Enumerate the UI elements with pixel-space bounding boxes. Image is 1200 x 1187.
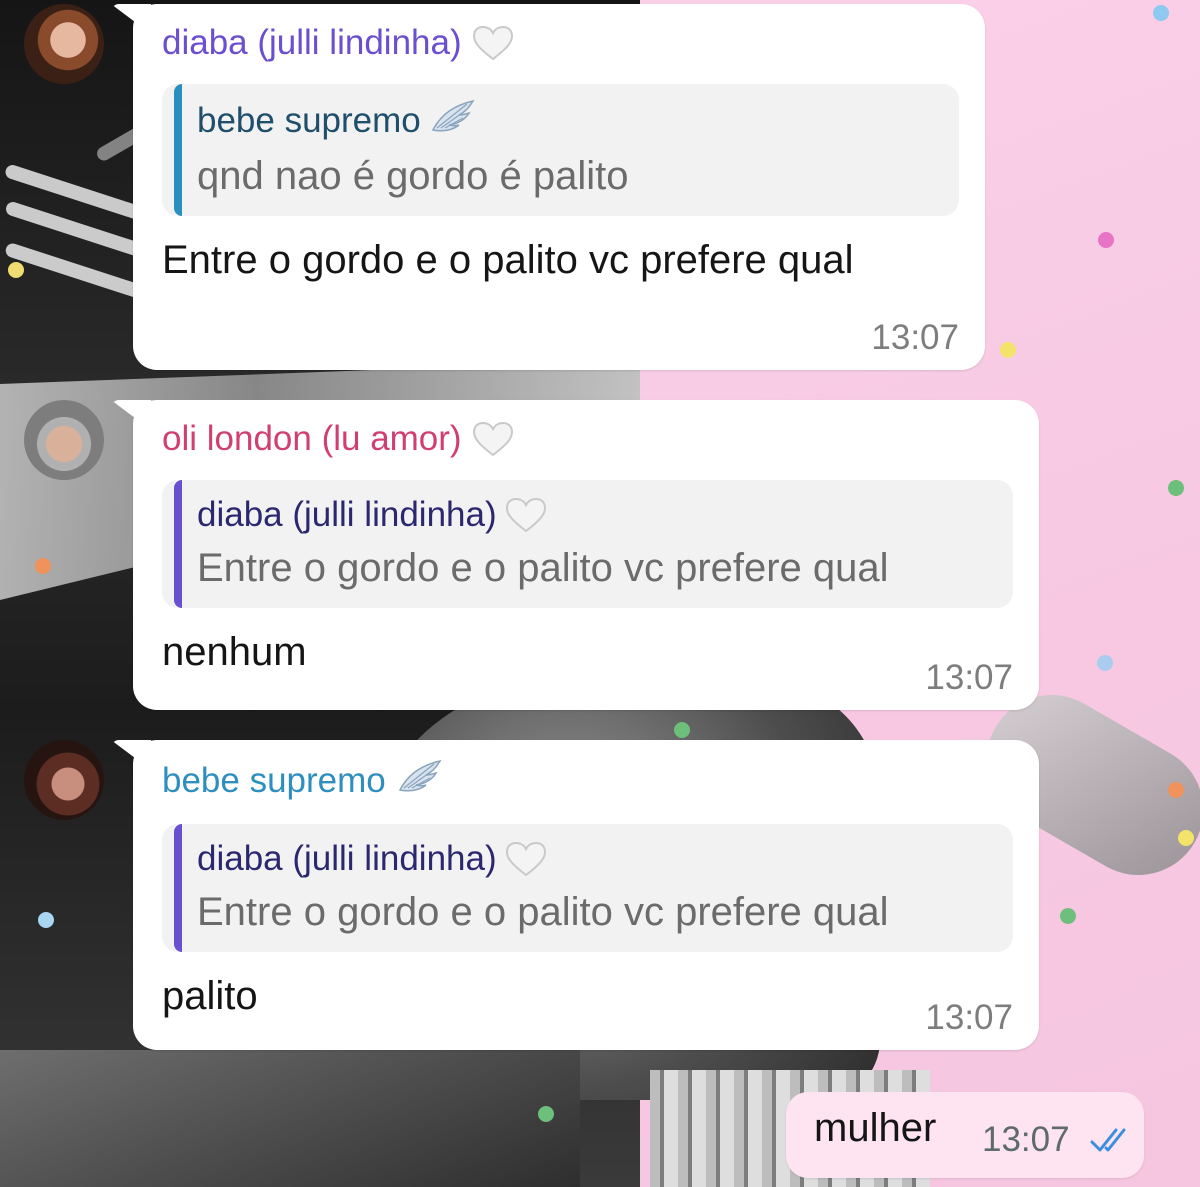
sender-name[interactable]: oli london (lu amor) — [162, 418, 1013, 460]
white-heart-icon — [505, 841, 547, 877]
reply-quote[interactable]: diaba (julli lindinha) Entre o gordo e o… — [162, 480, 1013, 608]
wing-icon — [396, 758, 444, 804]
reply-sender-label: diaba (julli lindinha) — [197, 839, 497, 878]
avatar[interactable] — [24, 400, 104, 480]
sender-name[interactable]: diaba (julli lindinha) — [162, 22, 959, 64]
message-bubble[interactable]: diaba (julli lindinha) bebe supremo qnd … — [133, 4, 985, 370]
sender-name[interactable]: bebe supremo — [162, 758, 1013, 804]
double-check-icon — [1090, 1126, 1134, 1161]
message-bubble[interactable]: bebe supremo diaba (julli lindinha) Entr… — [133, 740, 1039, 1050]
message-time: 13:07 — [982, 1120, 1070, 1159]
white-heart-icon — [472, 25, 514, 61]
message-time: 13:07 — [925, 998, 1013, 1037]
message-text: mulher — [814, 1106, 937, 1150]
sender-label: bebe supremo — [162, 761, 386, 800]
white-heart-icon — [505, 497, 547, 533]
reply-sender-label: diaba (julli lindinha) — [197, 495, 497, 534]
message-time: 13:07 — [925, 658, 1013, 697]
wing-icon — [429, 98, 477, 144]
reply-text: qnd nao é gordo é palito — [197, 154, 629, 198]
message-bubble[interactable]: oli london (lu amor) diaba (julli lindin… — [133, 400, 1039, 710]
message-text: nenhum — [162, 630, 307, 674]
reply-quote[interactable]: bebe supremo qnd nao é gordo é palito — [162, 84, 959, 216]
sender-label: oli london (lu amor) — [162, 419, 462, 458]
reply-quote[interactable]: diaba (julli lindinha) Entre o gordo e o… — [162, 824, 1013, 952]
message-time: 13:07 — [871, 318, 959, 357]
outgoing-message-bubble[interactable]: mulher 13:07 — [786, 1092, 1144, 1178]
sender-label: diaba (julli lindinha) — [162, 23, 462, 62]
white-heart-icon — [472, 421, 514, 457]
message-text: palito — [162, 974, 258, 1018]
avatar[interactable] — [24, 740, 104, 820]
reply-text: Entre o gordo e o palito vc prefere qual — [197, 890, 889, 934]
reply-sender-label: bebe supremo — [197, 101, 421, 140]
avatar[interactable] — [24, 4, 104, 84]
message-text: Entre o gordo e o palito vc prefere qual — [162, 238, 854, 282]
reply-text: Entre o gordo e o palito vc prefere qual — [197, 546, 889, 590]
